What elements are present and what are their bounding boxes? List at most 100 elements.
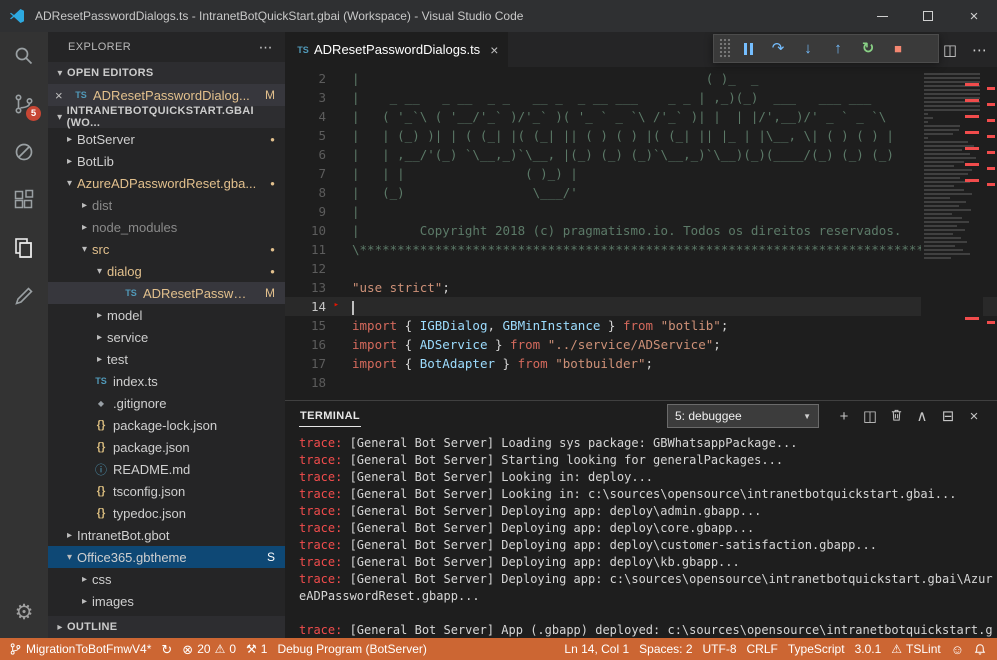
tree-item-readme-md[interactable]: ⓘREADME.md — [48, 458, 285, 480]
code-line[interactable] — [285, 297, 997, 316]
tree-item-images[interactable]: ▸images — [48, 590, 285, 612]
tslint-status[interactable]: ⚠ TSLint — [886, 638, 945, 660]
split-terminal-button[interactable]: ◫ — [857, 409, 883, 424]
minimize-button[interactable] — [859, 0, 905, 32]
line-number[interactable]: 11 — [285, 240, 326, 259]
debug-activity-button[interactable] — [0, 128, 48, 176]
code-line[interactable]: | ( )_ _ | — [285, 69, 997, 88]
open-editor-item[interactable]: ×TSADResetPasswordDialog...M — [48, 84, 285, 106]
line-number[interactable]: 16 — [285, 335, 326, 354]
code-line[interactable]: | | ,__/'(_) `\__,_)`\__, |(_) (_) (_)`\… — [285, 145, 997, 164]
maximize-panel-button[interactable]: ⊟ — [935, 409, 961, 424]
tree-item-tsconfig-json[interactable]: {}tsconfig.json — [48, 480, 285, 502]
explorer-activity-button[interactable] — [0, 224, 48, 272]
terminal-tab[interactable]: TERMINAL — [299, 405, 361, 427]
split-editor-button[interactable]: ◫ — [943, 41, 957, 59]
line-number[interactable]: 9 — [285, 202, 326, 221]
tree-item-css[interactable]: ▸css — [48, 568, 285, 590]
tree-item-src[interactable]: ▾src● — [48, 238, 285, 260]
close-panel-button[interactable]: × — [961, 409, 987, 424]
encoding-status[interactable]: UTF-8 — [698, 638, 742, 660]
line-number[interactable]: 13 — [285, 278, 326, 297]
outline-header[interactable]: ▸ OUTLINE — [48, 616, 285, 638]
open-editors-header[interactable]: ▾ OPEN EDITORS — [48, 62, 285, 84]
tree-item-index-ts[interactable]: TSindex.ts — [48, 370, 285, 392]
source-control-activity-button[interactable]: 5 — [0, 80, 48, 128]
tree-item-service[interactable]: ▸service — [48, 326, 285, 348]
code-line[interactable]: "use strict"; — [285, 278, 997, 297]
notifications-bell-button[interactable] — [969, 638, 991, 660]
line-number[interactable]: 4 — [285, 107, 326, 126]
tree-item-test[interactable]: ▸test — [48, 348, 285, 370]
code-line[interactable] — [285, 373, 997, 392]
language-mode[interactable]: TypeScript — [783, 638, 850, 660]
line-number[interactable]: 3 — [285, 88, 326, 107]
extensions-activity-button[interactable] — [0, 176, 48, 224]
tree-item-dialog[interactable]: ▾dialog● — [48, 260, 285, 282]
cursor-position[interactable]: Ln 14, Col 1 — [559, 638, 634, 660]
restart-button[interactable]: ↻ — [853, 41, 883, 56]
pause-button[interactable] — [733, 41, 763, 56]
line-number[interactable]: 8 — [285, 183, 326, 202]
code-line[interactable]: | | (_) )| | ( (_| |( (_| || ( ) ( ) |( … — [285, 126, 997, 145]
sync-button[interactable]: ↻ — [156, 638, 177, 660]
terminal-selector[interactable]: 5: debuggee ▼ — [667, 404, 819, 428]
stop-button[interactable]: ■ — [883, 42, 913, 55]
line-number[interactable]: 6 — [285, 145, 326, 164]
code-line[interactable]: | | — [285, 202, 997, 221]
tree-item-azureadpasswordreset-gba-[interactable]: ▾AzureADPasswordReset.gba...● — [48, 172, 285, 194]
tree-item-botlib[interactable]: ▸BotLib — [48, 150, 285, 172]
tab-adresetpassworddialogs[interactable]: TS ADResetPasswordDialogs.ts × — [285, 32, 508, 67]
line-number[interactable]: 15 — [285, 316, 326, 335]
close-editor-icon[interactable]: × — [55, 88, 72, 103]
sidebar-more-actions-icon[interactable]: ⋯ — [259, 39, 273, 56]
code-line[interactable]: import { BotAdapter } from "botbuilder"; — [285, 354, 997, 373]
code-line[interactable]: import { IGBDialog, GBMinInstance } from… — [285, 316, 997, 335]
tree-item-intranetbot-gbot[interactable]: ▸IntranetBot.gbot — [48, 524, 285, 546]
line-number[interactable]: 10 — [285, 221, 326, 240]
indentation-status[interactable]: Spaces: 2 — [634, 638, 697, 660]
step-out-button[interactable]: ↑ — [823, 41, 853, 56]
collapse-panel-button[interactable]: ∧ — [909, 409, 935, 424]
step-over-button[interactable]: ↷ — [763, 41, 793, 56]
line-number[interactable]: 5 — [285, 126, 326, 145]
terminal-output[interactable]: trace: [General Bot Server] Loading sys … — [299, 435, 995, 638]
line-number[interactable]: 17 — [285, 354, 326, 373]
code-line[interactable]: | Copyright 2018 (c) pragmatismo.io. Tod… — [285, 221, 997, 240]
build-tasks-indicator[interactable]: ⚒ 1 — [241, 638, 272, 660]
new-terminal-button[interactable]: + — [831, 409, 857, 424]
code-line[interactable]: import { ADService } from "../service/AD… — [285, 335, 997, 354]
line-number[interactable]: 2 — [285, 69, 326, 88]
tree-item-dist[interactable]: ▸dist — [48, 194, 285, 216]
git-branch-status[interactable]: MigrationToBotFmwV4* — [4, 638, 156, 660]
ts-version[interactable]: 3.0.1 — [850, 638, 887, 660]
tree-item-typedoc-json[interactable]: {}typedoc.json — [48, 502, 285, 524]
step-into-button[interactable]: ↓ — [793, 41, 823, 56]
workspace-folder-header[interactable]: ▾ INTRANETBOTQUICKSTART.GBAI (WO... — [48, 106, 285, 128]
tree-item-package-json[interactable]: {}package.json — [48, 436, 285, 458]
minimap[interactable] — [921, 67, 983, 400]
search-activity-button[interactable] — [0, 32, 48, 80]
line-number[interactable]: 18 — [285, 373, 326, 392]
code-editor[interactable]: | ( )_ _ || _ __ _ __ _ _ __ _ _ __ ___ … — [285, 67, 997, 400]
problems-indicator[interactable]: ⊗ 20 ⚠ 0 — [177, 638, 241, 660]
maximize-button[interactable] — [905, 0, 951, 32]
debug-toolbar-drag-handle[interactable] — [719, 38, 731, 59]
more-actions-button[interactable]: ⋯ — [972, 41, 987, 59]
code-line[interactable]: | ( '_`\ ( '__/'_` )/'_` )( '_ ` _ `\ /'… — [285, 107, 997, 126]
line-number[interactable]: 14▸ — [285, 297, 326, 316]
line-number[interactable]: 7 — [285, 164, 326, 183]
code-line[interactable] — [285, 259, 997, 278]
feedback-smiley-button[interactable]: ☺ — [946, 638, 969, 660]
eol-status[interactable]: CRLF — [742, 638, 783, 660]
debug-target-status[interactable]: Debug Program (BotServer) — [272, 638, 431, 660]
edit-activity-button[interactable] — [0, 272, 48, 320]
kill-terminal-button[interactable] — [883, 408, 909, 425]
tree-item-office365-gbtheme[interactable]: ▾Office365.gbthemeS — [48, 546, 285, 568]
tree-item--gitignore[interactable]: ◆.gitignore — [48, 392, 285, 414]
settings-button[interactable]: ⚙ — [0, 588, 48, 636]
tree-item-node-modules[interactable]: ▸node_modules — [48, 216, 285, 238]
tree-item-adresetpassworddial-[interactable]: TSADResetPasswordDial...M — [48, 282, 285, 304]
line-number[interactable]: 12 — [285, 259, 326, 278]
tree-item-package-lock-json[interactable]: {}package-lock.json — [48, 414, 285, 436]
